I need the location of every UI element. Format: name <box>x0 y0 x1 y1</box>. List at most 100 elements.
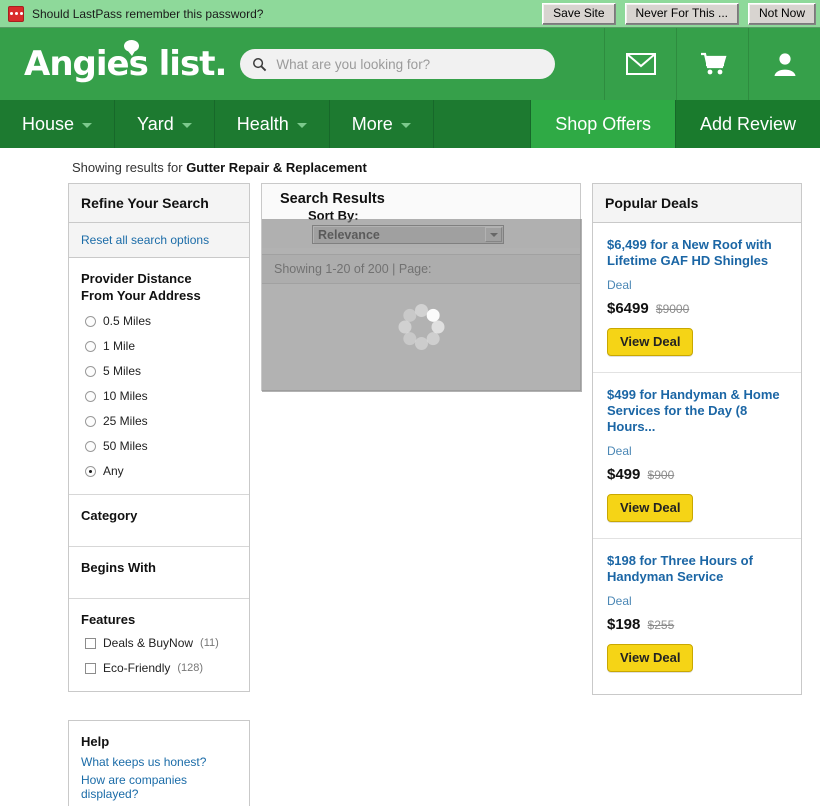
refine-panel-title: Refine Your Search <box>69 184 249 223</box>
help-link-how-are-companies-displayed[interactable]: How are companies displayed? <box>81 773 237 801</box>
deal-tag: Deal <box>607 444 632 458</box>
nav-item-house[interactable]: House <box>0 100 116 148</box>
checkbox-option-deals-buynow[interactable]: Deals & BuyNow (11) <box>85 636 237 650</box>
deal-tag: Deal <box>607 278 632 292</box>
refine-panel: Refine Your Search Reset all search opti… <box>68 183 250 692</box>
facet-title: Begins With <box>81 560 156 575</box>
add-review-button[interactable]: Add Review <box>674 100 820 148</box>
reset-all-search-options-link[interactable]: Reset all search options <box>81 233 209 247</box>
header-icon-group <box>604 28 820 100</box>
radio-option-any[interactable]: Any <box>85 464 237 478</box>
facet-features: Features Deals & BuyNow (11) Eco-Friendl… <box>69 599 249 691</box>
radio-label: 25 Miles <box>103 414 148 428</box>
loading-spinner-icon <box>398 303 445 350</box>
deal-tag: Deal <box>607 594 632 608</box>
refine-sidebar: Refine Your Search Reset all search opti… <box>68 183 250 806</box>
radio-icon[interactable] <box>85 365 96 377</box>
deal-title[interactable]: $198 for Three Hours of Handyman Service <box>607 553 787 585</box>
radio-icon[interactable] <box>85 415 96 427</box>
radio-label: 0.5 Miles <box>103 314 152 328</box>
chevron-down-icon <box>181 123 192 128</box>
radio-option-25-miles[interactable]: 25 Miles <box>85 414 237 428</box>
deal-price-row: $499 $900 <box>607 466 787 483</box>
radio-label: Any <box>103 464 124 478</box>
radio-label: 5 Miles <box>103 364 142 378</box>
help-link-what-keeps-us-honest[interactable]: What keeps us honest? <box>81 755 237 769</box>
nav-label: More <box>351 113 393 134</box>
search-input[interactable] <box>274 55 544 73</box>
main-navigation: House Yard Health More Shop Offers Add R… <box>0 100 820 148</box>
nav-label: Yard <box>137 113 174 134</box>
view-deal-button[interactable]: View Deal <box>607 328 694 356</box>
deal-card: $198 for Three Hours of Handyman Service… <box>593 539 801 694</box>
checkbox-label: Eco-Friendly <box>103 661 171 675</box>
speech-bubble-icon <box>124 40 139 56</box>
deal-title[interactable]: $6,499 for a New Roof with Lifetime GAF … <box>607 237 787 269</box>
radio-icon[interactable] <box>85 390 96 402</box>
distance-title-line2: From Your Address <box>81 288 201 303</box>
site-header: Angies list. <box>0 28 820 100</box>
nav-item-health[interactable]: Health <box>215 100 330 148</box>
nav-item-more[interactable]: More <box>330 100 434 148</box>
lastpass-button-group: Save Site Never For This ... Not Now <box>542 2 816 25</box>
help-panel-body: Help What keeps us honest? How are compa… <box>69 721 249 806</box>
radio-option-5-miles[interactable]: 5 Miles <box>85 364 237 378</box>
facet-provider-distance: Provider Distance From Your Address 0.5 … <box>69 258 249 495</box>
search-results-title: Search Results <box>280 191 385 207</box>
checkbox-label: Deals & BuyNow <box>103 636 194 650</box>
checkbox-icon[interactable] <box>85 637 96 649</box>
distance-title-line1: Provider Distance <box>81 271 192 286</box>
deal-price: $198 <box>607 616 641 633</box>
nav-item-yard[interactable]: Yard <box>115 100 215 148</box>
search-icon <box>253 57 267 71</box>
deal-price: $499 <box>607 466 641 483</box>
facet-title: Provider Distance From Your Address <box>81 270 237 304</box>
radio-option-10-miles[interactable]: 10 Miles <box>85 389 237 403</box>
mail-icon[interactable] <box>604 28 676 100</box>
deal-price-row: $6499 $9000 <box>607 300 787 317</box>
breadcrumb-prefix: Showing results for <box>72 160 183 175</box>
deal-original-price: $9000 <box>655 302 690 316</box>
deal-original-price: $255 <box>647 618 675 632</box>
not-now-button[interactable]: Not Now <box>747 2 816 25</box>
facet-begins-with[interactable]: Begins With <box>69 547 249 599</box>
user-icon[interactable] <box>748 28 820 100</box>
radio-option-50-miles[interactable]: 50 Miles <box>85 439 237 453</box>
deal-title[interactable]: $499 for Handyman & Home Services for th… <box>607 387 787 435</box>
shop-offers-button[interactable]: Shop Offers <box>531 100 675 148</box>
nav-label: Health <box>236 113 289 134</box>
radio-option-1-mile[interactable]: 1 Mile <box>85 339 237 353</box>
search-box[interactable] <box>240 49 556 79</box>
chevron-down-icon <box>82 123 93 128</box>
nav-spacer <box>434 100 532 148</box>
lastpass-message: Should LastPass remember this password? <box>32 6 264 21</box>
view-deal-button[interactable]: View Deal <box>607 644 694 672</box>
radio-icon[interactable] <box>85 315 96 327</box>
page-body: Showing results for Gutter Repair & Repl… <box>0 148 820 806</box>
chevron-down-icon <box>400 123 411 128</box>
radio-icon[interactable] <box>85 340 96 352</box>
checkbox-icon[interactable] <box>85 662 96 674</box>
popular-deals-title: Popular Deals <box>593 184 801 223</box>
breadcrumb: Showing results for Gutter Repair & Repl… <box>0 148 820 183</box>
help-title: Help <box>81 734 110 749</box>
radio-icon-selected[interactable] <box>85 465 96 477</box>
never-for-this-site-button[interactable]: Never For This ... <box>624 2 739 25</box>
facet-category[interactable]: Category <box>69 495 249 547</box>
deal-card: $6,499 for a New Roof with Lifetime GAF … <box>593 223 801 373</box>
radio-icon[interactable] <box>85 440 96 452</box>
view-deal-button[interactable]: View Deal <box>607 494 694 522</box>
radio-option-0-5-miles[interactable]: 0.5 Miles <box>85 314 237 328</box>
cart-icon[interactable] <box>676 28 748 100</box>
lastpass-notification-bar: Should LastPass remember this password? … <box>0 0 820 28</box>
angies-list-logo[interactable]: Angies list. <box>24 40 227 84</box>
help-panel: Help What keeps us honest? How are compa… <box>68 720 250 806</box>
loading-overlay <box>262 219 582 392</box>
checkbox-count: (11) <box>200 637 219 649</box>
facet-title: Features <box>81 612 136 627</box>
deal-original-price: $900 <box>647 468 675 482</box>
checkbox-count: (128) <box>177 662 204 674</box>
checkbox-option-eco-friendly[interactable]: Eco-Friendly (128) <box>85 661 237 675</box>
reset-search-row: Reset all search options <box>69 223 249 258</box>
save-site-button[interactable]: Save Site <box>542 2 616 25</box>
